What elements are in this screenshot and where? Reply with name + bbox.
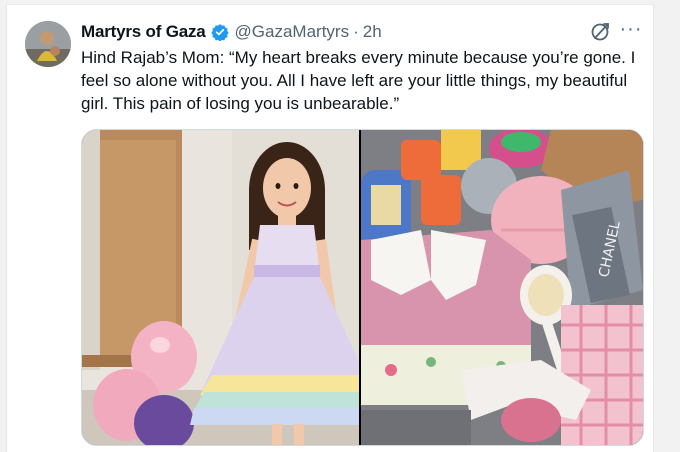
avatar[interactable] <box>25 21 71 67</box>
author-name[interactable]: Martyrs of Gaza <box>81 22 206 42</box>
photo-belongings[interactable]: CHANEL <box>361 130 643 445</box>
verified-badge-icon <box>210 23 229 42</box>
tweet-text: Hind Rajab’s Mom: “My heart breaks every… <box>81 48 636 113</box>
tweet-header: Martyrs of Gaza @GazaMartyrs · 2h <box>81 20 382 44</box>
author-handle[interactable]: @GazaMartyrs <box>235 22 350 42</box>
grok-icon[interactable] <box>589 19 613 43</box>
more-options-icon[interactable]: ··· <box>619 19 643 43</box>
tweet-card[interactable]: Martyrs of Gaza @GazaMartyrs · 2h ··· Hi… <box>6 4 654 452</box>
header-separator: · <box>353 22 359 41</box>
tweet-timestamp[interactable]: 2h <box>363 22 382 42</box>
photo-girl[interactable] <box>82 130 380 445</box>
tweet-media[interactable]: CHANEL <box>81 129 644 446</box>
